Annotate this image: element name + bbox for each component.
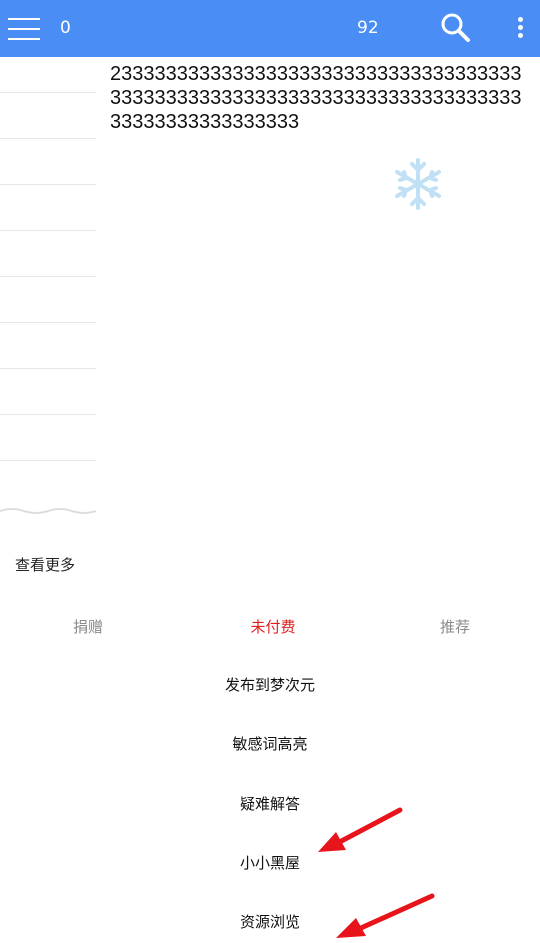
annotation-arrow-icon (336, 893, 435, 938)
tab-donate[interactable]: 捐赠 (28, 616, 148, 637)
list-divider (0, 460, 96, 461)
tab-unpaid[interactable]: 未付费 (213, 616, 333, 637)
torn-edge-divider (0, 508, 96, 514)
snowflake-icon (395, 158, 441, 210)
menu-icon[interactable] (6, 14, 42, 44)
list-divider (0, 368, 96, 369)
menu-item-sensitive-highlight[interactable]: 敏感词高亮 (0, 733, 540, 754)
list-divider (0, 230, 96, 231)
more-vert-icon[interactable] (508, 12, 532, 44)
menu-item-resource-browse[interactable]: 资源浏览 (0, 911, 540, 932)
list-divider (0, 92, 96, 93)
menu-item-publish[interactable]: 发布到梦次元 (0, 674, 540, 695)
menu-item-faq[interactable]: 疑难解答 (0, 793, 540, 814)
search-icon[interactable] (438, 10, 474, 46)
payment-tabs: 捐赠 未付费 推荐 (0, 604, 540, 648)
left-counter: 0 (60, 18, 71, 38)
list-divider (0, 138, 96, 139)
word-counter: 92 (357, 18, 379, 38)
tab-recommend[interactable]: 推荐 (395, 616, 515, 637)
list-divider (0, 276, 96, 277)
menu-item-black-room[interactable]: 小小黑屋 (0, 852, 540, 873)
app-bar: 0 92 (0, 0, 540, 57)
list-divider (0, 184, 96, 185)
view-more-link[interactable]: 查看更多 (15, 554, 75, 575)
chapter-list: 查看更多 (0, 57, 96, 592)
editor-text[interactable]: 2333333333333333333333333333333333333333… (110, 62, 530, 134)
list-divider (0, 322, 96, 323)
annotation-arrow-icon (318, 807, 403, 852)
list-divider (0, 414, 96, 415)
